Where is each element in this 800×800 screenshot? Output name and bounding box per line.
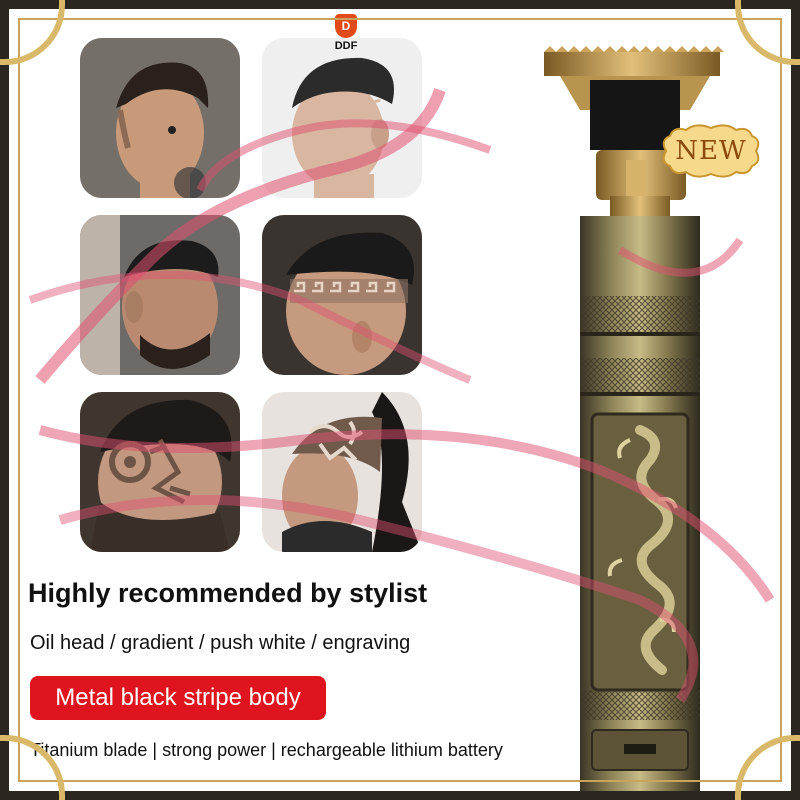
line-design-haircut-photo xyxy=(262,38,422,198)
new-badge-label: NEW xyxy=(675,136,747,166)
fade-haircut-photo xyxy=(80,38,240,198)
headline: Highly recommended by stylist xyxy=(28,578,428,608)
slick-back-fade-photo xyxy=(80,215,240,375)
product-banner: D DDF NEW Highly recommended by stylist … xyxy=(0,0,800,800)
features-line: Titanium blade | strong power | recharge… xyxy=(30,740,503,760)
tribal-engraving-photo xyxy=(262,392,422,552)
new-badge: NEW xyxy=(656,122,766,180)
body-pill: Metal black stripe body xyxy=(30,676,326,720)
flower-engraving-photo xyxy=(80,392,240,552)
styles-line: Oil head / gradient / push white / engra… xyxy=(30,632,411,654)
greek-key-engraving-photo xyxy=(262,215,422,375)
brand-logo: D DDF xyxy=(316,14,376,52)
shield-icon: D xyxy=(335,14,357,38)
brand-name: DDF xyxy=(334,40,358,52)
